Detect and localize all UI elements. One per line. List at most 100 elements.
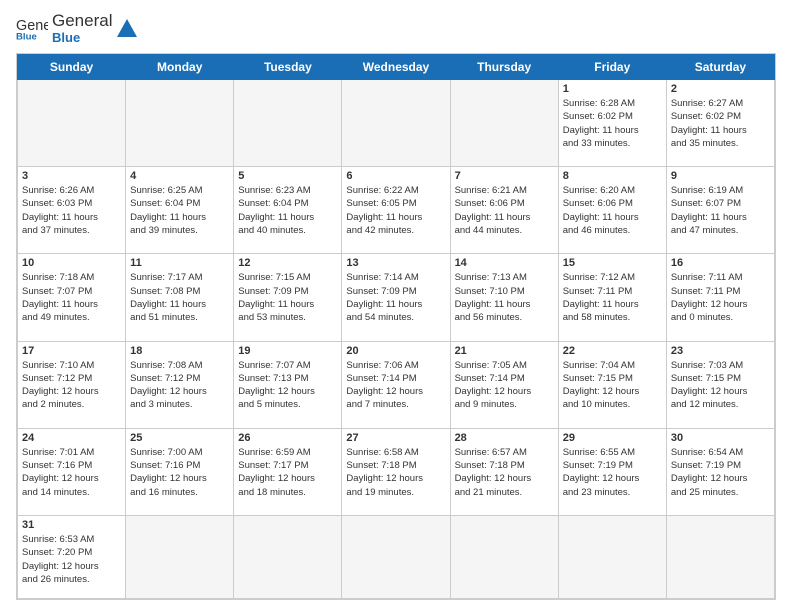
day-cell: 11 Sunrise: 7:17 AM Sunset: 7:08 PM Dayli… <box>126 254 234 341</box>
day-number: 9 <box>671 170 770 182</box>
day-info: Sunrise: 7:07 AM Sunset: 7:13 PM Dayligh… <box>238 359 337 412</box>
day-info: Sunrise: 6:25 AM Sunset: 6:04 PM Dayligh… <box>130 184 229 237</box>
day-number: 1 <box>563 83 662 95</box>
day-info: Sunrise: 7:11 AM Sunset: 7:11 PM Dayligh… <box>671 271 770 324</box>
day-number: 15 <box>563 257 662 269</box>
day-info: Sunrise: 6:55 AM Sunset: 7:19 PM Dayligh… <box>563 446 662 499</box>
day-cell: 30 Sunrise: 6:54 AM Sunset: 7:19 PM Dayli… <box>666 428 774 515</box>
day-info: Sunrise: 6:21 AM Sunset: 6:06 PM Dayligh… <box>455 184 554 237</box>
day-cell: 31Sunrise: 6:53 AM Sunset: 7:20 PM Dayli… <box>18 516 126 599</box>
day-info: Sunrise: 7:00 AM Sunset: 7:16 PM Dayligh… <box>130 446 229 499</box>
svg-text:Blue: Blue <box>16 32 37 42</box>
day-cell: 22 Sunrise: 7:04 AM Sunset: 7:15 PM Dayli… <box>558 341 666 428</box>
day-cell <box>126 79 234 166</box>
day-cell <box>234 79 342 166</box>
day-number: 3 <box>22 170 121 182</box>
day-number: 28 <box>455 432 554 444</box>
logo-triangle-icon <box>116 17 138 39</box>
day-info: Sunrise: 6:27 AM Sunset: 6:02 PM Dayligh… <box>671 97 770 150</box>
day-cell: 4Sunrise: 6:25 AM Sunset: 6:04 PM Daylig… <box>126 167 234 254</box>
day-cell: 29Sunrise: 6:55 AM Sunset: 7:19 PM Dayli… <box>558 428 666 515</box>
day-number: 7 <box>455 170 554 182</box>
day-cell <box>450 79 558 166</box>
day-number: 30 <box>671 432 770 444</box>
day-cell: 18 Sunrise: 7:08 AM Sunset: 7:12 PM Dayli… <box>126 341 234 428</box>
day-number: 27 <box>346 432 445 444</box>
day-number: 8 <box>563 170 662 182</box>
day-info: Sunrise: 7:05 AM Sunset: 7:14 PM Dayligh… <box>455 359 554 412</box>
logo-blue: Blue <box>52 31 112 45</box>
logo: General Blue General Blue <box>16 12 138 45</box>
day-info: Sunrise: 6:28 AM Sunset: 6:02 PM Dayligh… <box>563 97 662 150</box>
day-number: 20 <box>346 345 445 357</box>
day-number: 14 <box>455 257 554 269</box>
day-cell: 20Sunrise: 7:06 AM Sunset: 7:14 PM Dayli… <box>342 341 450 428</box>
day-cell: 27 Sunrise: 6:58 AM Sunset: 7:18 PM Dayli… <box>342 428 450 515</box>
day-info: Sunrise: 7:13 AM Sunset: 7:10 PM Dayligh… <box>455 271 554 324</box>
day-cell: 16Sunrise: 7:11 AM Sunset: 7:11 PM Dayli… <box>666 254 774 341</box>
day-info: Sunrise: 7:18 AM Sunset: 7:07 PM Dayligh… <box>22 271 121 324</box>
day-number: 26 <box>238 432 337 444</box>
day-cell <box>18 79 126 166</box>
day-cell: 25Sunrise: 7:00 AM Sunset: 7:16 PM Dayli… <box>126 428 234 515</box>
day-info: Sunrise: 7:10 AM Sunset: 7:12 PM Dayligh… <box>22 359 121 412</box>
day-cell <box>234 516 342 599</box>
day-number: 10 <box>22 257 121 269</box>
day-cell: 24Sunrise: 7:01 AM Sunset: 7:16 PM Dayli… <box>18 428 126 515</box>
day-cell: 17 Sunrise: 7:10 AM Sunset: 7:12 PM Dayli… <box>18 341 126 428</box>
day-cell: 26 Sunrise: 6:59 AM Sunset: 7:17 PM Dayli… <box>234 428 342 515</box>
day-info: Sunrise: 7:08 AM Sunset: 7:12 PM Dayligh… <box>130 359 229 412</box>
day-number: 18 <box>130 345 229 357</box>
day-header-tuesday: Tuesday <box>234 54 342 79</box>
day-info: Sunrise: 7:17 AM Sunset: 7:08 PM Dayligh… <box>130 271 229 324</box>
day-cell: 10 Sunrise: 7:18 AM Sunset: 7:07 PM Dayli… <box>18 254 126 341</box>
calendar-table: SundayMondayTuesdayWednesdayThursdayFrid… <box>17 54 775 599</box>
day-number: 17 <box>22 345 121 357</box>
day-info: Sunrise: 7:15 AM Sunset: 7:09 PM Dayligh… <box>238 271 337 324</box>
day-cell: 5Sunrise: 6:23 AM Sunset: 6:04 PM Daylig… <box>234 167 342 254</box>
day-number: 23 <box>671 345 770 357</box>
day-number: 22 <box>563 345 662 357</box>
day-number: 6 <box>346 170 445 182</box>
day-cell: 21Sunrise: 7:05 AM Sunset: 7:14 PM Dayli… <box>450 341 558 428</box>
calendar: SundayMondayTuesdayWednesdayThursdayFrid… <box>16 53 776 600</box>
day-info: Sunrise: 7:03 AM Sunset: 7:15 PM Dayligh… <box>671 359 770 412</box>
day-cell <box>342 79 450 166</box>
calendar-header: SundayMondayTuesdayWednesdayThursdayFrid… <box>18 54 775 79</box>
day-header-thursday: Thursday <box>450 54 558 79</box>
day-info: Sunrise: 6:54 AM Sunset: 7:19 PM Dayligh… <box>671 446 770 499</box>
day-info: Sunrise: 6:58 AM Sunset: 7:18 PM Dayligh… <box>346 446 445 499</box>
day-number: 24 <box>22 432 121 444</box>
day-number: 13 <box>346 257 445 269</box>
day-info: Sunrise: 6:23 AM Sunset: 6:04 PM Dayligh… <box>238 184 337 237</box>
day-cell <box>558 516 666 599</box>
day-info: Sunrise: 7:04 AM Sunset: 7:15 PM Dayligh… <box>563 359 662 412</box>
day-header-sunday: Sunday <box>18 54 126 79</box>
day-number: 11 <box>130 257 229 269</box>
day-cell <box>450 516 558 599</box>
day-cell: 6 Sunrise: 6:22 AM Sunset: 6:05 PM Daylig… <box>342 167 450 254</box>
day-number: 19 <box>238 345 337 357</box>
day-cell: 13 Sunrise: 7:14 AM Sunset: 7:09 PM Dayli… <box>342 254 450 341</box>
day-info: Sunrise: 6:19 AM Sunset: 6:07 PM Dayligh… <box>671 184 770 237</box>
logo-general: General <box>52 12 112 31</box>
day-cell: 14 Sunrise: 7:13 AM Sunset: 7:10 PM Dayli… <box>450 254 558 341</box>
day-cell: 3Sunrise: 6:26 AM Sunset: 6:03 PM Daylig… <box>18 167 126 254</box>
page: General Blue General Blue SundayMondayTu… <box>0 0 792 612</box>
day-info: Sunrise: 6:53 AM Sunset: 7:20 PM Dayligh… <box>22 533 121 586</box>
day-cell <box>126 516 234 599</box>
day-cell: 1 Sunrise: 6:28 AM Sunset: 6:02 PM Daylig… <box>558 79 666 166</box>
day-info: Sunrise: 6:59 AM Sunset: 7:17 PM Dayligh… <box>238 446 337 499</box>
day-info: Sunrise: 6:22 AM Sunset: 6:05 PM Dayligh… <box>346 184 445 237</box>
day-cell: 9 Sunrise: 6:19 AM Sunset: 6:07 PM Daylig… <box>666 167 774 254</box>
day-cell: 15Sunrise: 7:12 AM Sunset: 7:11 PM Dayli… <box>558 254 666 341</box>
day-cell: 8Sunrise: 6:20 AM Sunset: 6:06 PM Daylig… <box>558 167 666 254</box>
day-info: Sunrise: 7:14 AM Sunset: 7:09 PM Dayligh… <box>346 271 445 324</box>
day-cell <box>666 516 774 599</box>
day-number: 12 <box>238 257 337 269</box>
day-cell: 2Sunrise: 6:27 AM Sunset: 6:02 PM Daylig… <box>666 79 774 166</box>
day-cell: 28Sunrise: 6:57 AM Sunset: 7:18 PM Dayli… <box>450 428 558 515</box>
day-cell: 19 Sunrise: 7:07 AM Sunset: 7:13 PM Dayli… <box>234 341 342 428</box>
day-cell: 23 Sunrise: 7:03 AM Sunset: 7:15 PM Dayli… <box>666 341 774 428</box>
day-header-friday: Friday <box>558 54 666 79</box>
